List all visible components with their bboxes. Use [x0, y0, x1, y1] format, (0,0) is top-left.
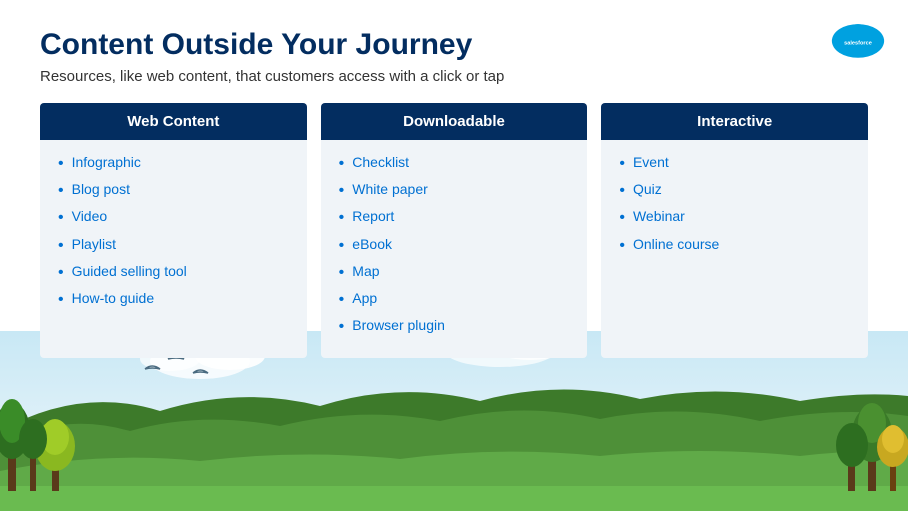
list-item: Checklist [339, 154, 570, 173]
web-content-column: Web Content Infographic Blog post Video … [40, 103, 307, 358]
list-item: Online course [619, 236, 850, 255]
list-item: Event [619, 154, 850, 173]
list-item: App [339, 290, 570, 309]
list-item: Video [58, 208, 289, 227]
list-item: Browser plugin [339, 317, 570, 336]
list-item: How-to guide [58, 290, 289, 309]
slide: salesforce Content Outside Your Journey … [0, 0, 908, 511]
page-subtitle: Resources, like web content, that custom… [40, 68, 868, 85]
web-content-header: Web Content [40, 103, 307, 140]
interactive-header: Interactive [601, 103, 868, 140]
content-grid: Web Content Infographic Blog post Video … [0, 103, 908, 358]
list-item: Blog post [58, 181, 289, 200]
list-item: Quiz [619, 181, 850, 200]
downloadable-body: Checklist White paper Report eBook Map A… [321, 140, 588, 358]
web-content-body: Infographic Blog post Video Playlist Gui… [40, 140, 307, 331]
list-item: Report [339, 208, 570, 227]
list-item: Map [339, 263, 570, 282]
list-item: White paper [339, 181, 570, 200]
list-item: eBook [339, 236, 570, 255]
list-item: Infographic [58, 154, 289, 173]
web-content-list: Infographic Blog post Video Playlist Gui… [58, 154, 289, 309]
interactive-column: Interactive Event Quiz Webinar Online co… [601, 103, 868, 358]
list-item: Guided selling tool [58, 263, 289, 282]
list-item: Webinar [619, 208, 850, 227]
downloadable-column: Downloadable Checklist White paper Repor… [321, 103, 588, 358]
interactive-list: Event Quiz Webinar Online course [619, 154, 850, 255]
downloadable-header: Downloadable [321, 103, 588, 140]
list-item: Playlist [58, 236, 289, 255]
downloadable-list: Checklist White paper Report eBook Map A… [339, 154, 570, 336]
page-title: Content Outside Your Journey [40, 28, 868, 62]
header: Content Outside Your Journey Resources, … [0, 0, 908, 93]
interactive-body: Event Quiz Webinar Online course [601, 140, 868, 277]
